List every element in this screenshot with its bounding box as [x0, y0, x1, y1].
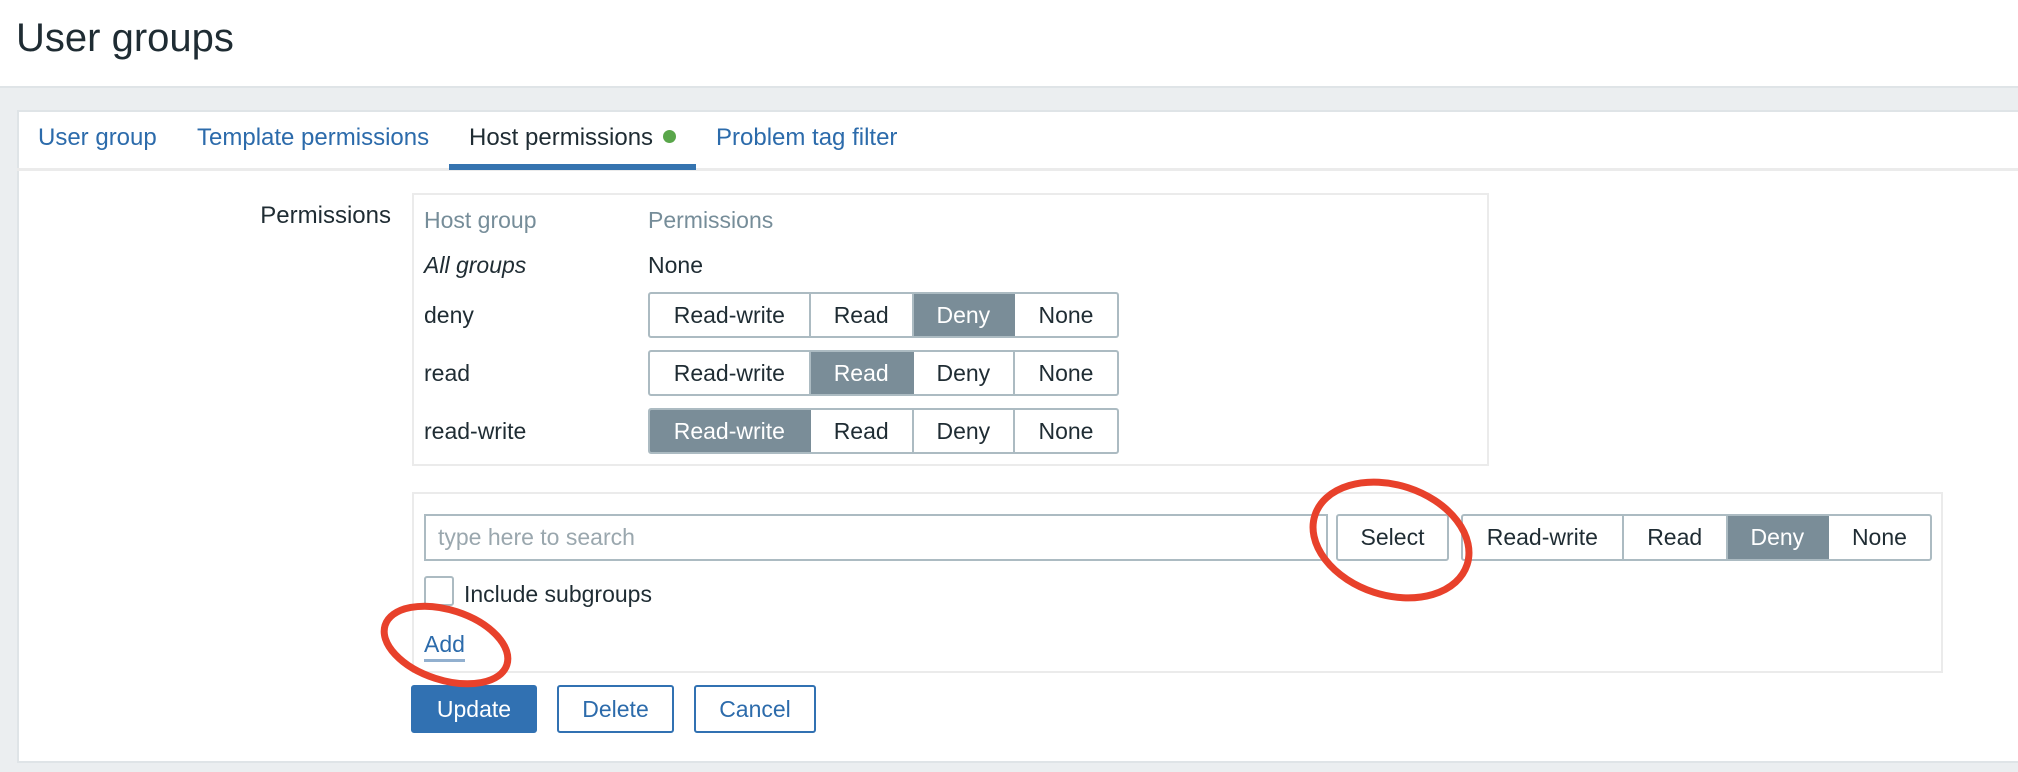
tab-problem-tag-filter[interactable]: Problem tag filter [716, 124, 897, 152]
option-read[interactable]: Read [811, 294, 914, 336]
tab-host-permissions[interactable]: Host permissions [469, 124, 677, 152]
delete-button[interactable]: Delete [557, 685, 674, 733]
option-none[interactable]: None [1829, 516, 1930, 559]
row-name-read: read [424, 360, 471, 386]
permission-segment-read: Read-write Read Deny None [648, 350, 1119, 396]
include-subgroups-label: Include subgroups [464, 581, 652, 607]
row-name-read-write: read-write [424, 418, 527, 444]
permission-segment-read-write: Read-write Read Deny None [648, 408, 1119, 454]
column-header-host-group: Host group [424, 207, 537, 233]
permissions-label: Permissions [260, 202, 391, 229]
status-dot-icon [663, 130, 677, 144]
option-deny[interactable]: Deny [914, 352, 1015, 394]
option-none[interactable]: None [1015, 294, 1117, 336]
option-read-write[interactable]: Read-write [1463, 516, 1624, 559]
update-button[interactable]: Update [411, 685, 537, 733]
all-groups-name: All groups [424, 252, 527, 278]
cancel-button[interactable]: Cancel [694, 685, 816, 733]
include-subgroups-checkbox[interactable] [424, 576, 454, 606]
tab-host-permissions-label: Host permissions [469, 124, 654, 151]
tab-user-group[interactable]: User group [38, 124, 157, 152]
permission-segment-deny: Read-write Read Deny None [648, 292, 1119, 338]
option-deny[interactable]: Deny [1727, 516, 1829, 559]
all-groups-permission: None [648, 252, 703, 278]
page-title: User groups [16, 16, 234, 60]
option-read-write[interactable]: Read-write [650, 410, 811, 452]
option-none[interactable]: None [1015, 410, 1117, 452]
option-read-write[interactable]: Read-write [650, 294, 811, 336]
option-none[interactable]: None [1015, 352, 1117, 394]
page-header: User groups [0, 0, 2018, 88]
select-button[interactable]: Select [1336, 514, 1449, 561]
add-link[interactable]: Add [424, 631, 465, 662]
option-read[interactable]: Read [1624, 516, 1728, 559]
row-name-deny: deny [424, 302, 474, 328]
option-deny[interactable]: Deny [914, 410, 1015, 452]
tab-template-permissions[interactable]: Template permissions [197, 124, 429, 152]
option-read[interactable]: Read [810, 352, 914, 394]
column-header-permissions: Permissions [648, 207, 774, 233]
option-read[interactable]: Read [811, 410, 914, 452]
host-group-search-input[interactable] [424, 514, 1328, 561]
option-read-write[interactable]: Read-write [650, 352, 811, 394]
active-tab-indicator [449, 164, 696, 170]
option-deny[interactable]: Deny [913, 294, 1015, 336]
new-permission-segment: Read-write Read Deny None [1461, 514, 1932, 561]
